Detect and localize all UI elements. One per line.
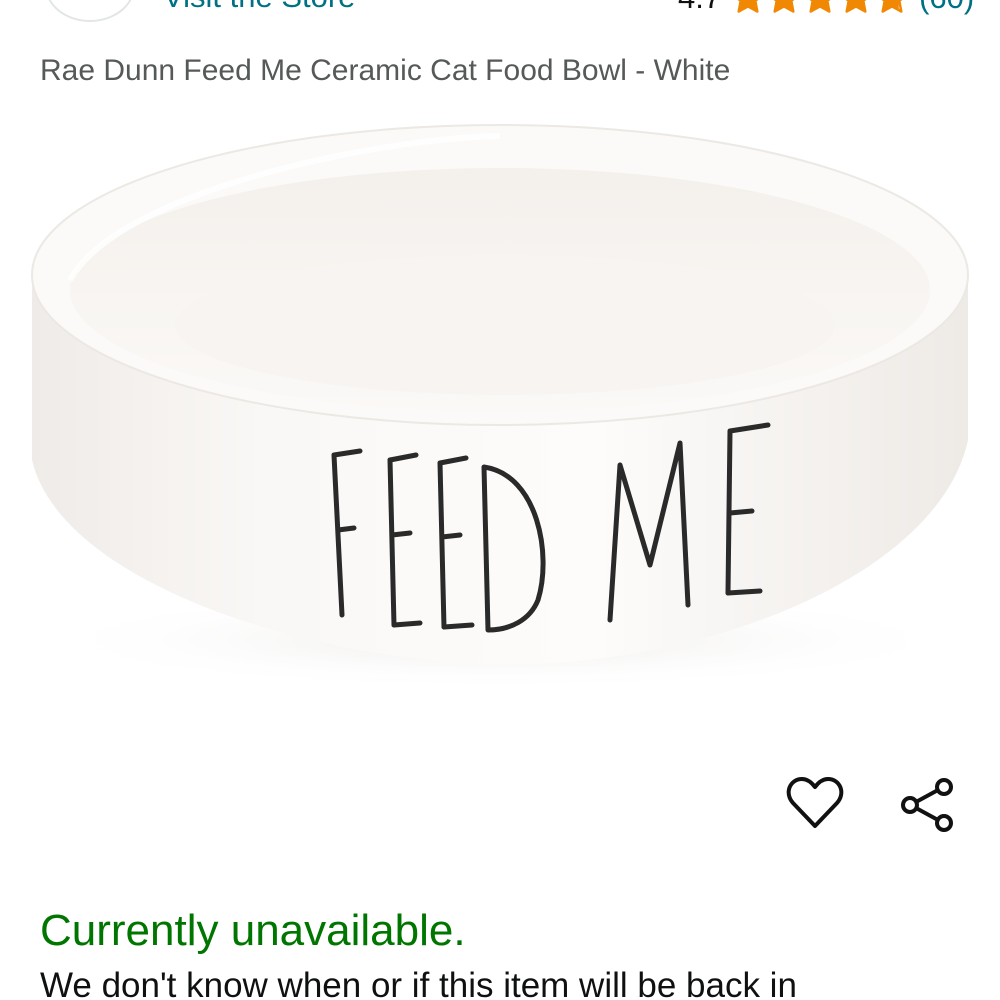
heart-icon	[786, 777, 844, 828]
rating-count-link[interactable]: (60)	[919, 0, 974, 15]
wishlist-button[interactable]	[782, 770, 848, 836]
star-icon	[809, 0, 831, 13]
share-button[interactable]	[892, 770, 962, 840]
star-icon	[881, 0, 903, 13]
star-icon	[737, 0, 759, 13]
visit-store-link[interactable]: Visit the Store	[163, 0, 355, 14]
rating-value: 4.7	[678, 0, 721, 15]
availability-status: Currently unavailable.	[40, 906, 466, 955]
store-avatar[interactable]	[45, 0, 135, 22]
availability-note: We don't know when or if this item will …	[40, 966, 797, 1000]
rating-stars	[731, 0, 911, 15]
rating-summary[interactable]: 4.7 (60)	[678, 0, 974, 15]
product-page: Visit the Store 4.7 (60) Rae Dunn Feed M…	[0, 0, 1000, 1000]
product-title: Rae Dunn Feed Me Ceramic Cat Food Bowl -…	[40, 54, 731, 87]
share-icon	[901, 778, 953, 832]
product-image[interactable]	[0, 100, 1000, 740]
star-icon	[845, 0, 867, 13]
star-icon	[773, 0, 795, 13]
feed-me-lettering	[331, 422, 771, 633]
